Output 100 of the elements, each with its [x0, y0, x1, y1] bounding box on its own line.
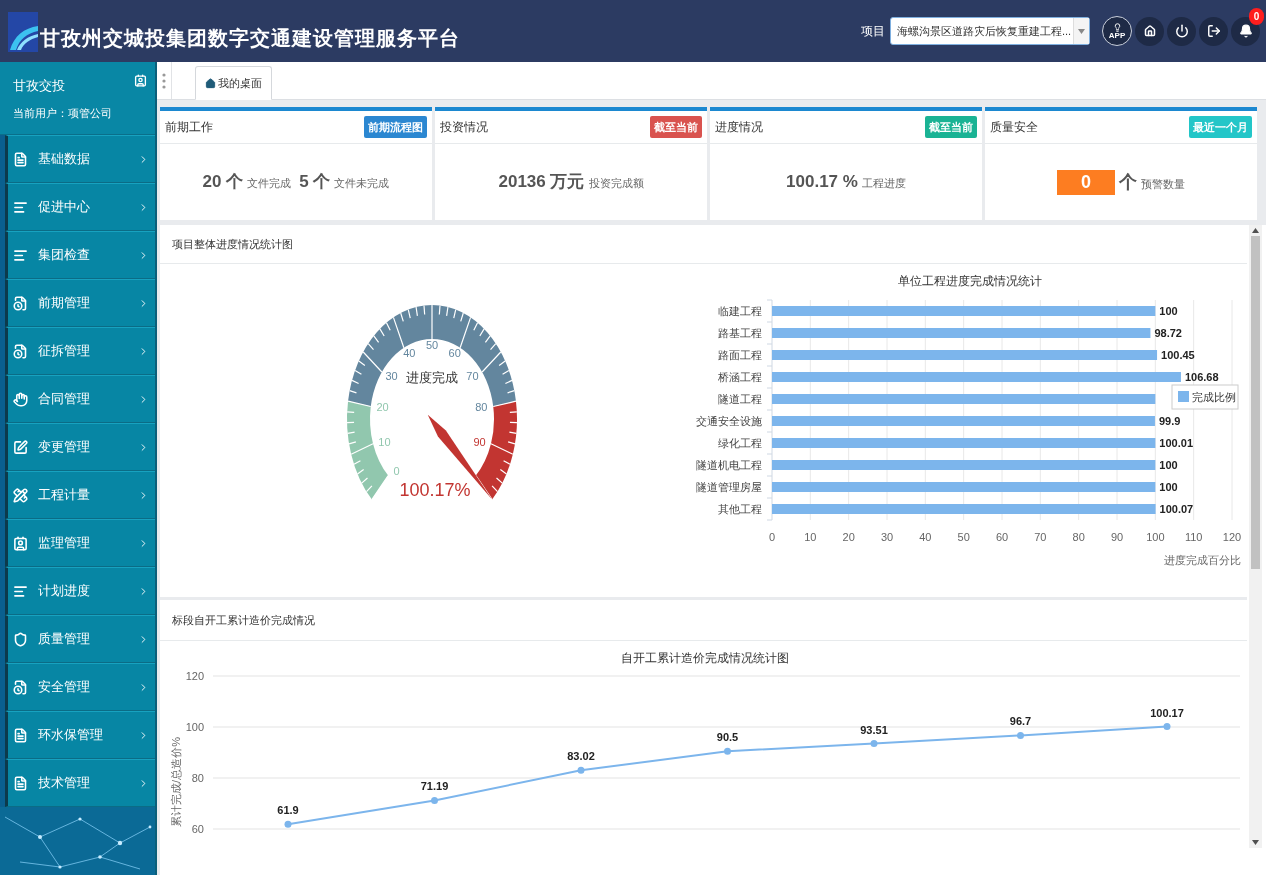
x-tick-label: 50 — [957, 531, 970, 543]
gauge-scale-label: 90 — [473, 435, 486, 448]
sidebar-menu-item[interactable]: 前期管理 — [5, 279, 155, 327]
sidebar-menu-item[interactable]: 基础数据 — [5, 135, 155, 183]
x-tick-label: 0 — [768, 531, 776, 543]
logout-button[interactable] — [1199, 16, 1228, 46]
bar-value-label: 98.72 — [1154, 327, 1182, 339]
panel-title: 标段自开工累计造价完成情况 — [172, 612, 315, 628]
tab[interactable]: 我的桌面 — [195, 66, 272, 100]
bar-value-label: 100 — [1159, 305, 1178, 317]
sidebar-menu-item[interactable]: 安全管理 — [5, 663, 155, 711]
hand-icon — [13, 391, 28, 407]
scrollbar-thumb[interactable] — [1251, 236, 1260, 569]
scrollbar[interactable] — [1249, 225, 1262, 848]
project-select[interactable]: 海螺沟景区道路灾后恢复重建工程... — [890, 17, 1090, 45]
stat-unit: 个 — [1119, 170, 1137, 194]
scroll-up-icon[interactable] — [1252, 228, 1259, 233]
chevron-right-icon — [138, 249, 149, 261]
bars-icon — [13, 583, 28, 599]
bar-value-label: 100.07 — [1159, 503, 1194, 515]
chart-title: 自开工累计造价完成情况统计图 — [621, 651, 789, 665]
category-label: 桥涵工程 — [718, 371, 762, 383]
project-label: 项目 — [861, 23, 885, 40]
sidebar-menu-item[interactable]: 技术管理 — [5, 759, 155, 807]
platform-title: 甘孜州交城投集团数字交通建设管理服务平台 — [40, 26, 460, 51]
card-title: 进度情况 — [715, 119, 763, 136]
bars-icon — [13, 247, 28, 263]
gauge-value: 100.17% — [399, 480, 471, 500]
card-title: 前期工作 — [165, 119, 213, 136]
sidebar-menu-item[interactable]: 变更管理 — [5, 423, 155, 471]
sidebar-menu-item[interactable]: 计划进度 — [5, 567, 155, 615]
edit-icon — [13, 439, 28, 455]
gauge-scale-label: 60 — [448, 347, 461, 360]
home-button[interactable] — [1135, 16, 1164, 46]
category-label: 绿化工程 — [718, 437, 762, 449]
category-label: 临建工程 — [718, 305, 762, 317]
sidebar-menu-item[interactable]: 质量管理 — [5, 615, 155, 663]
card-action-button[interactable]: 截至当前 — [925, 116, 977, 138]
sidebar-menu-item[interactable]: 合同管理 — [5, 375, 155, 423]
bar-value-label: 99.9 — [1158, 415, 1181, 427]
stat-caption: 文件完成 — [247, 176, 292, 192]
data-label: 100.17 — [1150, 706, 1184, 719]
category-label: 交通安全设施 — [696, 415, 762, 427]
data-point — [431, 796, 438, 804]
data-point — [870, 740, 878, 748]
bar-value-label: 106.68 — [1184, 371, 1219, 383]
bar-value-label: 100 — [1159, 459, 1178, 471]
y-tick-label: 120 — [185, 670, 204, 682]
app-button[interactable]: APP — [1102, 16, 1132, 46]
y-tick-label: 80 — [191, 772, 204, 784]
document-icon — [13, 151, 28, 167]
category-label: 隧道工程 — [718, 393, 762, 405]
category-label: 路基工程 — [718, 327, 762, 339]
bar-value-label: 100 — [1159, 481, 1178, 493]
home-icon — [1143, 25, 1156, 37]
org-name: 甘孜交投 — [13, 77, 66, 95]
logo-icon — [8, 12, 38, 52]
gauge-title: 进度完成 — [406, 370, 458, 385]
scroll-down-icon[interactable] — [1252, 840, 1259, 845]
sidebar-menu-item[interactable]: 监理管理 — [5, 519, 155, 567]
x-axis-title: 进度完成百分比 — [1164, 554, 1241, 566]
stat-value: 20 个 — [202, 171, 244, 194]
id-card-icon — [13, 535, 28, 551]
data-point — [1017, 731, 1024, 739]
stat-caption: 工程进度 — [861, 176, 906, 192]
x-tick-label: 120 — [1222, 531, 1242, 543]
bell-icon — [1238, 24, 1253, 38]
x-tick-label: 10 — [804, 531, 817, 543]
gauge-scale-label: 40 — [403, 347, 416, 360]
power-button[interactable] — [1167, 16, 1196, 46]
y-axis-title: 累计完成/总造价% — [170, 737, 182, 827]
document-clock-icon — [13, 343, 28, 359]
card-action-button[interactable]: 截至当前 — [650, 116, 702, 138]
gauge-scale-label: 80 — [475, 401, 488, 414]
y-tick-label: 100 — [185, 721, 204, 733]
gauge-scale-label: 50 — [425, 339, 439, 351]
stat-value: 100.17 % — [786, 171, 858, 194]
id-card-icon — [134, 74, 147, 87]
x-tick-label: 70 — [1034, 531, 1047, 543]
current-user: 当前用户：项管公司 — [13, 105, 112, 121]
data-label: 93.51 — [860, 723, 888, 736]
category-label: 路面工程 — [718, 349, 762, 361]
sidebar-menu-item[interactable]: 促进中心 — [5, 183, 155, 231]
x-tick-label: 60 — [995, 531, 1009, 543]
alert-count-box: 0 — [1057, 169, 1115, 195]
data-label: 83.02 — [567, 750, 595, 763]
category-label: 隧道管理房屋 — [696, 481, 762, 493]
data-label: 61.9 — [277, 804, 299, 817]
data-point — [724, 747, 731, 755]
document-icon — [13, 727, 28, 743]
sidebar-menu-item[interactable]: 征拆管理 — [5, 327, 155, 375]
pencil-ruler-icon — [13, 487, 28, 503]
sidebar-menu-item[interactable]: 工程计量 — [5, 471, 155, 519]
x-tick-label: 110 — [1184, 531, 1203, 543]
sidebar-menu-item[interactable]: 环水保管理 — [5, 711, 155, 759]
sidebar-menu-item[interactable]: 集团检查 — [5, 231, 155, 279]
card-action-button[interactable]: 前期流程图 — [364, 116, 427, 138]
power-icon — [1174, 24, 1189, 38]
x-tick-label: 90 — [1110, 531, 1124, 543]
bar-value-label: 100.45 — [1161, 349, 1195, 361]
